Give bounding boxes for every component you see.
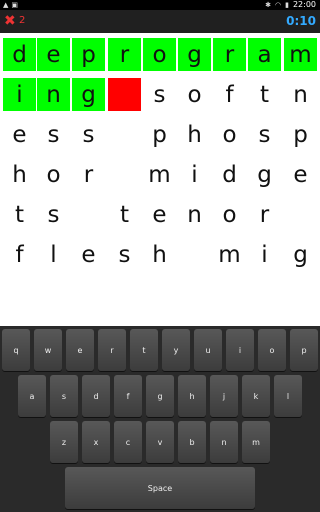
image-icon: ▣ bbox=[11, 1, 19, 9]
key-t[interactable]: t bbox=[130, 329, 158, 371]
letter-cell[interactable]: s bbox=[37, 198, 70, 231]
notification-icons: ▲ ▣ bbox=[3, 0, 18, 10]
system-icons: ✱ ◠ ▮ 22:00 bbox=[265, 0, 316, 10]
letter-cell[interactable]: m bbox=[284, 38, 317, 71]
letter-cell[interactable]: g bbox=[178, 38, 211, 71]
warning-icon: ▲ bbox=[3, 1, 9, 9]
letter-cell[interactable]: n bbox=[37, 78, 70, 111]
key-d[interactable]: d bbox=[82, 375, 110, 417]
letter-cell[interactable]: m bbox=[213, 238, 246, 271]
key-k[interactable]: k bbox=[242, 375, 270, 417]
letter-cell[interactable]: p bbox=[72, 38, 105, 71]
key-r[interactable]: r bbox=[98, 329, 126, 371]
action-bar: ✖ 2 0:10 bbox=[0, 10, 320, 33]
key-g[interactable]: g bbox=[146, 375, 174, 417]
letter-cell[interactable]: r bbox=[108, 38, 141, 71]
letter-cell[interactable]: t bbox=[248, 78, 281, 111]
key-s[interactable]: s bbox=[50, 375, 78, 417]
letter-cell[interactable]: o bbox=[37, 158, 70, 191]
letter-cell[interactable]: o bbox=[213, 198, 246, 231]
letter-cell[interactable]: s bbox=[72, 118, 105, 151]
key-w[interactable]: w bbox=[34, 329, 62, 371]
space-key[interactable]: Space bbox=[65, 467, 255, 509]
key-p[interactable]: p bbox=[290, 329, 318, 371]
key-h[interactable]: h bbox=[178, 375, 206, 417]
letter-cell[interactable]: g bbox=[72, 78, 105, 111]
letter-cell[interactable]: d bbox=[3, 38, 36, 71]
letter-cell[interactable]: o bbox=[213, 118, 246, 151]
letter-cell[interactable]: o bbox=[143, 38, 176, 71]
key-a[interactable]: a bbox=[18, 375, 46, 417]
letter-cell[interactable]: p bbox=[284, 118, 317, 151]
keyboard: q w e r t y u i o p a s d f g h j k l z x c v b n m Space bbox=[0, 326, 320, 512]
wifi-icon: ◠ bbox=[274, 1, 282, 9]
key-o[interactable]: o bbox=[258, 329, 286, 371]
letter-cell[interactable]: r bbox=[213, 38, 246, 71]
status-time: 22:00 bbox=[292, 0, 316, 9]
mistake-count: 2 bbox=[19, 15, 26, 26]
key-m[interactable]: m bbox=[242, 421, 270, 463]
letter-cell[interactable]: o bbox=[178, 78, 211, 111]
letter-cell[interactable]: e bbox=[3, 118, 36, 151]
letter-cell[interactable] bbox=[108, 118, 141, 151]
key-x[interactable]: x bbox=[82, 421, 110, 463]
letter-cell[interactable]: r bbox=[72, 158, 105, 191]
letter-cell[interactable]: e bbox=[284, 158, 317, 191]
letter-cell[interactable]: e bbox=[37, 38, 70, 71]
letter-cell[interactable]: a bbox=[248, 38, 281, 71]
key-z[interactable]: z bbox=[50, 421, 78, 463]
letter-cell[interactable]: i bbox=[248, 238, 281, 271]
letter-cell[interactable]: e bbox=[72, 238, 105, 271]
key-c[interactable]: c bbox=[114, 421, 142, 463]
letter-cell[interactable]: f bbox=[213, 78, 246, 111]
key-v[interactable]: v bbox=[146, 421, 174, 463]
letter-cell[interactable] bbox=[284, 198, 317, 231]
letter-cell[interactable]: e bbox=[143, 198, 176, 231]
letter-cell[interactable]: i bbox=[3, 78, 36, 111]
letter-cell[interactable]: s bbox=[37, 118, 70, 151]
letter-cell[interactable]: s bbox=[108, 238, 141, 271]
key-j[interactable]: j bbox=[210, 375, 238, 417]
key-u[interactable]: u bbox=[194, 329, 222, 371]
letter-cell[interactable]: r bbox=[248, 198, 281, 231]
word-board: deprogramingsoftnessphosphormidgetstenor… bbox=[0, 34, 320, 326]
letter-cell[interactable]: g bbox=[248, 158, 281, 191]
close-icon: ✖ bbox=[4, 13, 16, 29]
letter-cell[interactable]: l bbox=[37, 238, 70, 271]
letter-cell[interactable] bbox=[108, 158, 141, 191]
letter-cell[interactable]: h bbox=[143, 238, 176, 271]
letter-cell[interactable]: s bbox=[248, 118, 281, 151]
letter-cell[interactable]: n bbox=[178, 198, 211, 231]
letter-cell[interactable]: n bbox=[284, 78, 317, 111]
letter-cell[interactable] bbox=[72, 198, 105, 231]
letter-cell[interactable] bbox=[108, 78, 141, 111]
key-e[interactable]: e bbox=[66, 329, 94, 371]
letter-cell[interactable]: f bbox=[3, 238, 36, 271]
key-y[interactable]: y bbox=[162, 329, 190, 371]
timer: 0:10 bbox=[286, 14, 316, 28]
letter-cell[interactable]: h bbox=[3, 158, 36, 191]
letter-cell[interactable]: m bbox=[143, 158, 176, 191]
letter-cell[interactable]: t bbox=[3, 198, 36, 231]
letter-cell[interactable]: d bbox=[213, 158, 246, 191]
key-l[interactable]: l bbox=[274, 375, 302, 417]
letter-cell[interactable]: p bbox=[143, 118, 176, 151]
letter-cell[interactable] bbox=[178, 238, 211, 271]
battery-icon: ▮ bbox=[285, 1, 289, 9]
key-q[interactable]: q bbox=[2, 329, 30, 371]
key-n[interactable]: n bbox=[210, 421, 238, 463]
status-bar: ▲ ▣ ✱ ◠ ▮ 22:00 bbox=[0, 0, 320, 10]
key-f[interactable]: f bbox=[114, 375, 142, 417]
key-b[interactable]: b bbox=[178, 421, 206, 463]
letter-cell[interactable]: t bbox=[108, 198, 141, 231]
key-i[interactable]: i bbox=[226, 329, 254, 371]
bluetooth-icon: ✱ bbox=[265, 1, 271, 9]
letter-cell[interactable]: i bbox=[178, 158, 211, 191]
letter-cell[interactable]: h bbox=[178, 118, 211, 151]
letter-cell[interactable]: g bbox=[284, 238, 317, 271]
letter-cell[interactable]: s bbox=[143, 78, 176, 111]
